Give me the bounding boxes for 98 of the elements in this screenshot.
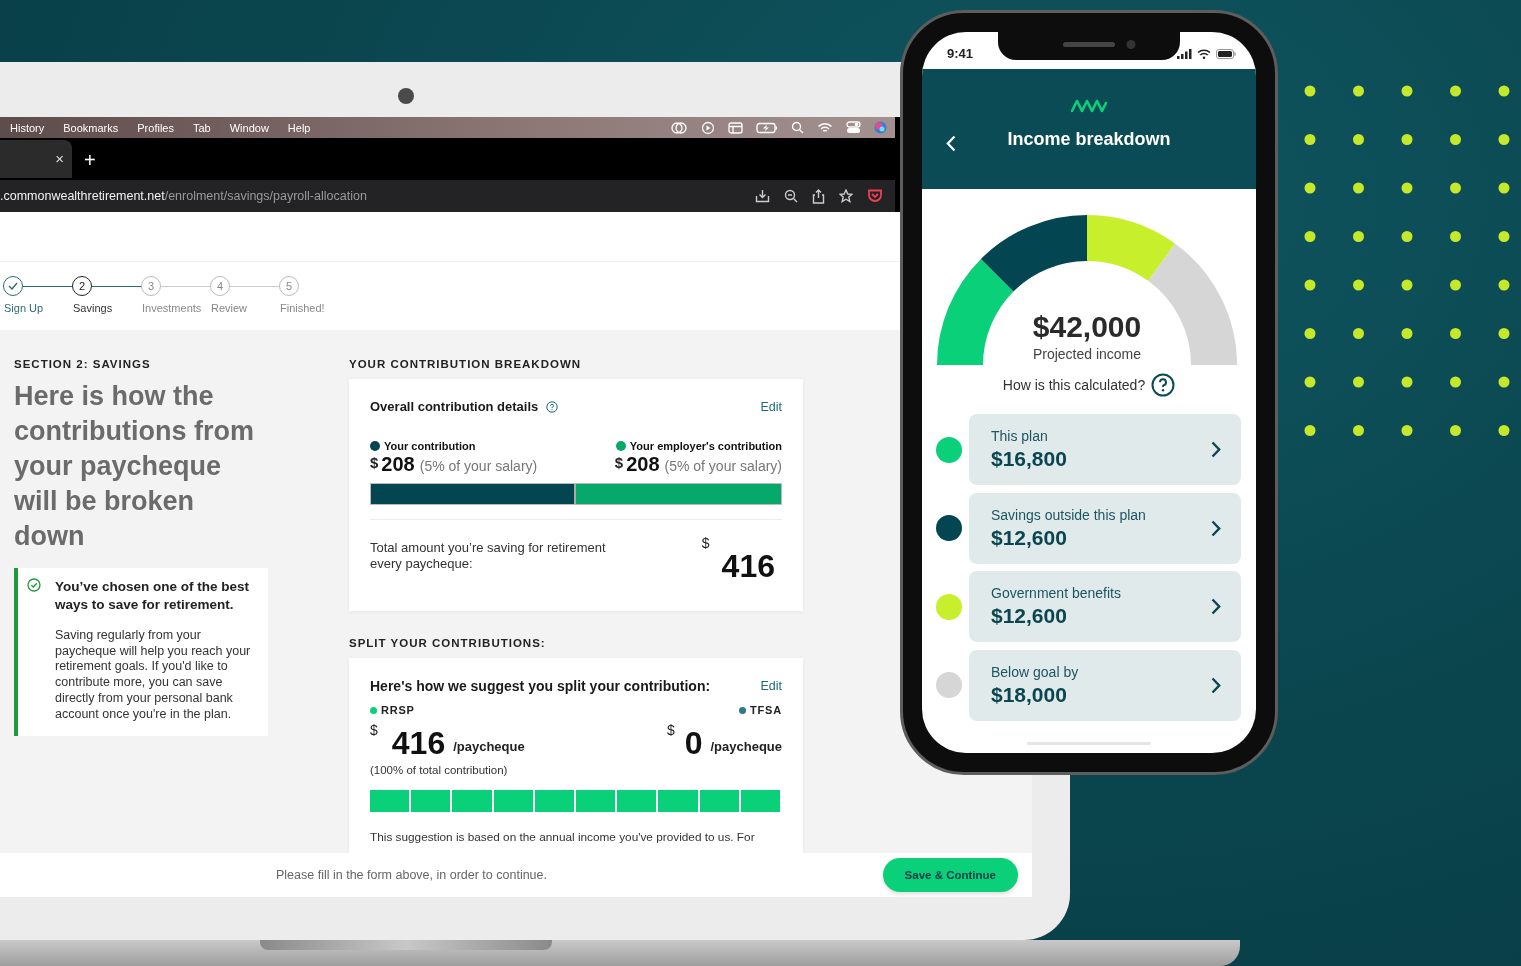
chevron-right-icon	[1211, 519, 1221, 537]
projected-amount: $42,000	[1032, 310, 1142, 344]
help-link[interactable]: How is this calculated?	[1002, 377, 1146, 393]
step-number[interactable]: 3	[141, 276, 161, 296]
legend-label: Your employer's contribution	[629, 440, 782, 452]
orb-icon[interactable]	[874, 121, 887, 134]
menu-item[interactable]: Profiles	[127, 121, 183, 134]
signal-icon	[1177, 48, 1192, 59]
item-name: Savings outside this plan	[991, 506, 1146, 523]
check-circle-icon	[27, 578, 41, 592]
item-name: Below goal by	[991, 663, 1079, 680]
step-label[interactable]: Investments	[142, 302, 210, 314]
status-time: 9:41	[947, 46, 974, 61]
page-heading: Here is how the contributions from your paycheque will be broken down	[14, 380, 255, 553]
chevron-badge-icon[interactable]	[867, 189, 883, 203]
section-label: SPLIT YOUR CONTRIBUTIONS:	[349, 637, 547, 649]
salary-share: (5% of your salary)	[419, 458, 538, 474]
menu-item[interactable]: Help	[277, 121, 320, 134]
currency-sign: $	[370, 722, 378, 738]
step-label[interactable]: Review	[211, 302, 279, 314]
rings-icon[interactable]	[670, 120, 688, 135]
step-number[interactable]: 5	[279, 276, 299, 296]
search-icon[interactable]	[791, 121, 804, 134]
account-amount: 0	[684, 728, 703, 758]
menu-item[interactable]: Tab	[182, 121, 220, 134]
download-icon[interactable]	[755, 189, 770, 203]
save-continue-button[interactable]: Save & Continue	[882, 858, 1018, 892]
wifi-icon[interactable]	[817, 121, 833, 134]
income-item-card[interactable]: This plan $16,800	[969, 414, 1241, 485]
camera-dot	[398, 88, 414, 104]
income-item-card[interactable]: Savings outside this plan $12,600	[969, 492, 1241, 564]
wifi-icon	[1197, 48, 1211, 59]
item-amount: $12,600	[991, 604, 1068, 628]
currency-sign: $	[614, 454, 624, 471]
item-amount: $12,600	[991, 525, 1068, 550]
share-icon[interactable]	[812, 188, 825, 204]
contribution-share: (100% of total contribution)	[370, 764, 509, 776]
play-icon[interactable]	[701, 120, 715, 135]
chevron-right-icon	[1211, 441, 1221, 458]
url-text[interactable]: .commonwealthretirement.net/enrolment/savings/payroll-allocation	[0, 189, 367, 203]
footer-message: Please fill in the form above, in order to continue.	[276, 868, 547, 882]
step-label[interactable]: Finished!	[280, 302, 348, 314]
address-bar[interactable]: .commonwealthretirement.net/enrolment/savings/payroll-allocation	[0, 180, 895, 212]
close-tab-button[interactable]: ×	[47, 140, 72, 178]
battery-icon	[1216, 48, 1236, 59]
step-label[interactable]: Sign Up	[4, 302, 72, 314]
step-check-icon[interactable]	[3, 276, 23, 296]
zoom-out-icon[interactable]	[784, 189, 798, 203]
chevron-right-icon	[1211, 676, 1221, 694]
callout-title: You’ve chosen one of the best ways to save for retirement.	[55, 578, 251, 614]
new-tab-button[interactable]: +	[84, 149, 96, 172]
help-icon[interactable]	[546, 400, 559, 413]
income-item-card[interactable]: Below goal by $18,000	[969, 649, 1241, 721]
step-number[interactable]: 2	[72, 276, 92, 296]
window-icon[interactable]	[728, 121, 743, 134]
salary-share: (5% of your salary)	[664, 458, 782, 474]
card-title: Here's how we suggest you split your contribution:	[370, 678, 711, 694]
chevron-right-icon	[1211, 598, 1221, 615]
account-label: TFSA	[750, 704, 782, 716]
total-amount: 416	[721, 548, 775, 585]
item-amount: $18,000	[991, 682, 1068, 707]
item-amount: $16,800	[991, 447, 1067, 471]
check-icon	[8, 282, 18, 290]
contribution-amount: 208	[381, 453, 415, 476]
currency-sign: $	[666, 722, 675, 738]
item-name: Government benefits	[991, 585, 1121, 601]
suggestion-text: This suggestion is based on the annual income you've provided to us. For	[370, 830, 756, 845]
wave-logo-icon	[1070, 99, 1108, 113]
legend-label: Your contribution	[384, 440, 476, 452]
total-label: Total amount you’re saving for retirement every paycheque:	[370, 540, 607, 572]
menu-item[interactable]: History	[0, 121, 54, 134]
income-item-card[interactable]: Government benefits $12,600	[969, 571, 1241, 642]
edit-link[interactable]: Edit	[760, 399, 782, 414]
section-label: SECTION 2: SAVINGS	[14, 358, 152, 370]
menu-item[interactable]: Bookmarks	[53, 121, 128, 134]
star-icon[interactable]	[839, 189, 853, 203]
step-label[interactable]: Savings	[73, 302, 141, 314]
item-name: This plan	[991, 428, 1049, 444]
screen-title: Income breakdown	[1007, 129, 1171, 150]
currency-sign: $	[370, 454, 379, 471]
card-title: Overall contribution details	[370, 399, 539, 414]
help-icon[interactable]	[1151, 373, 1176, 397]
per-paycheque-label: /paycheque	[453, 739, 525, 754]
back-icon[interactable]	[946, 135, 956, 152]
browser-tab[interactable]: ×	[0, 140, 72, 178]
edit-link[interactable]: Edit	[760, 679, 782, 693]
toggles-icon[interactable]	[846, 121, 861, 134]
contribution-amount: 208	[626, 453, 660, 476]
currency-sign: $	[701, 535, 710, 551]
section-label: YOUR CONTRIBUTION BREAKDOWN	[349, 358, 583, 370]
callout-text: Saving regularly from your paycheque will help you reach your retirement goals. If you'd like to contribute more, you can save directly from your personal bank account once you're in the plan.	[55, 628, 252, 723]
account-label: RRSP	[381, 704, 415, 716]
per-paycheque-label: /paycheque	[710, 739, 782, 754]
step-number[interactable]: 4	[210, 276, 230, 296]
account-amount: 416	[391, 728, 446, 758]
menu-item[interactable]: Window	[219, 121, 278, 134]
battery-icon[interactable]	[756, 121, 778, 134]
projected-caption: Projected income	[1032, 346, 1142, 362]
